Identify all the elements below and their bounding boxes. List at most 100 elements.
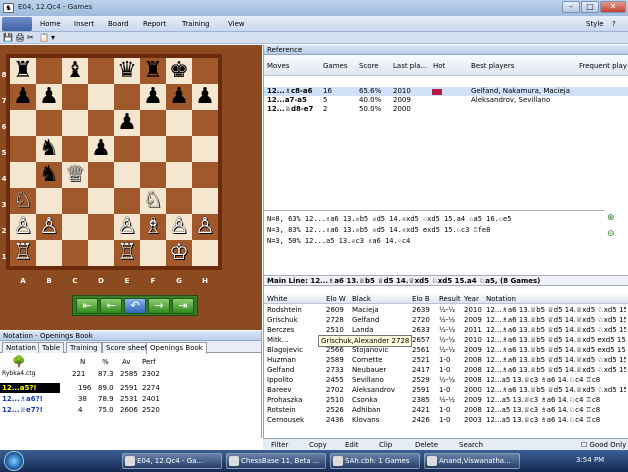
ref-col-1[interactable]: Games	[323, 62, 348, 70]
board-square[interactable]	[192, 110, 218, 136]
chess-piece[interactable]: ♗	[143, 214, 163, 239]
board-square[interactable]	[88, 188, 114, 214]
game-row[interactable]: Blagojevic 2566 Stojanovic 2561 ½-½ 2009 12...…	[264, 346, 628, 355]
games-col-5[interactable]: Year	[464, 295, 479, 303]
board-square[interactable]: ♞	[36, 136, 62, 162]
board-square[interactable]	[114, 188, 140, 214]
chess-piece[interactable]: ♘	[143, 188, 163, 213]
taskbar-item-games[interactable]: E04, 12.Qc4 - Ga...	[122, 453, 222, 469]
menu-insert[interactable]: Insert	[74, 20, 94, 28]
tab-table[interactable]: Table	[38, 342, 65, 353]
board-square[interactable]	[62, 84, 88, 110]
chess-piece[interactable]: ♞	[39, 136, 59, 161]
chess-piece[interactable]: ♟	[13, 84, 33, 109]
board-square[interactable]: ♟	[166, 84, 192, 110]
filter-button[interactable]: Filter	[271, 441, 288, 449]
menu-training[interactable]: Training	[182, 20, 210, 28]
last-move-button[interactable]: ⇥	[172, 298, 194, 314]
board-square[interactable]	[114, 136, 140, 162]
ref-col-4[interactable]: Hot	[433, 62, 445, 70]
board-square[interactable]: ♘	[140, 188, 166, 214]
zoom-in-icon[interactable]: ⊕	[607, 213, 615, 223]
board-square[interactable]	[192, 162, 218, 188]
engine-line[interactable]: N=3, 50% 12...a5 13.♕c3 ♗a6 14.♘c4	[267, 237, 410, 245]
file-menu-button[interactable]	[2, 17, 32, 31]
board-square[interactable]	[36, 240, 62, 266]
board-square[interactable]	[166, 136, 192, 162]
board-square[interactable]	[192, 136, 218, 162]
board-square[interactable]: ♕	[62, 162, 88, 188]
help-icon[interactable]: ?	[612, 20, 616, 28]
delete-button[interactable]: Delete	[415, 441, 438, 449]
game-row[interactable]: Gelfand 2733 Neubauer 2417 1-0 2008 12...♗a6 1…	[264, 366, 628, 375]
chess-piece[interactable]: ♚	[169, 58, 189, 83]
board-square[interactable]	[62, 136, 88, 162]
close-button[interactable]: ✕	[600, 1, 626, 13]
cut-icon[interactable]: ✂	[27, 33, 34, 42]
game-row[interactable]: Rotstein 2526 Adhiban 2421 1-0 2008 12...a5 13…	[264, 406, 628, 415]
board-square[interactable]	[10, 110, 36, 136]
chess-piece[interactable]: ♟	[143, 84, 163, 109]
chess-piece[interactable]: ♔	[169, 240, 189, 265]
board-square[interactable]: ♙	[36, 214, 62, 240]
games-col-1[interactable]: Elo W	[326, 295, 346, 303]
customize-icon[interactable]: ▾	[51, 33, 55, 42]
tab-score-sheet[interactable]: Score sheet	[102, 342, 152, 353]
zoom-out-icon[interactable]: ⊖	[607, 229, 615, 239]
board-square[interactable]: ♜	[10, 58, 36, 84]
chess-piece[interactable]: ♘	[13, 188, 33, 213]
ref-col-2[interactable]: Score	[359, 62, 379, 70]
board-square[interactable]	[140, 110, 166, 136]
board-square[interactable]	[88, 214, 114, 240]
board-square[interactable]: ♙	[10, 214, 36, 240]
board-square[interactable]	[88, 110, 114, 136]
board-square[interactable]: ♛	[114, 58, 140, 84]
chess-piece[interactable]: ♛	[117, 58, 137, 83]
first-move-button[interactable]: ⇤	[76, 298, 98, 314]
app-icon[interactable]: ♞	[3, 3, 14, 13]
copy-button[interactable]: Copy	[309, 441, 327, 449]
board-square[interactable]	[36, 188, 62, 214]
takeback-button[interactable]: ↶	[124, 298, 146, 314]
board-square[interactable]: ♟	[10, 84, 36, 110]
maximize-button[interactable]: □	[581, 1, 599, 13]
game-row[interactable]: Huzman 2589 Cornette 2521 1-0 2008 12...♗a6 13…	[264, 356, 628, 365]
board-square[interactable]	[62, 240, 88, 266]
ref-row[interactable]: 12...♕d8-e7 2 50.0% 2000	[264, 105, 628, 114]
good-only-checkbox[interactable]: ☐ Good Only	[581, 441, 626, 449]
chess-piece[interactable]: ♟	[117, 110, 137, 135]
chess-piece[interactable]: ♞	[39, 162, 59, 187]
next-move-button[interactable]: →	[148, 298, 170, 314]
book-move-row[interactable]: 12...♕e7?! 4 75.0 2606 2520	[0, 405, 262, 415]
chess-piece[interactable]: ♟	[195, 84, 215, 109]
engine-line[interactable]: N=8, 63% 12...♗a6 13.♕b5 ♕d5 14.♕xd5 ♘xd…	[267, 215, 511, 223]
board-square[interactable]: ♗	[140, 214, 166, 240]
board-square[interactable]	[166, 110, 192, 136]
game-row[interactable]: Berczes 2510 Landa 2633 ½-½ 2011 12...♗a6 13.♕…	[264, 326, 628, 335]
taskbar-item-sah[interactable]: SAh.cbh: 1 Games	[330, 453, 420, 469]
chess-piece[interactable]: ♜	[143, 58, 163, 83]
previous-move-button[interactable]: ←	[100, 298, 122, 314]
tab-openings-book[interactable]: Openings Book	[146, 342, 207, 354]
ref-col-0[interactable]: Moves	[267, 62, 289, 70]
game-row[interactable]: Cernousek 2436 Klovans 2426 1-0 2003 12...a5 1…	[264, 416, 628, 425]
clip-button[interactable]: Clip	[379, 441, 392, 449]
ref-row[interactable]: 12...♗c8-a6 16 65.6% 2010 Gelfand, Nakamura,…	[264, 87, 628, 96]
chess-piece[interactable]: ♟	[169, 84, 189, 109]
chess-piece[interactable]: ♕	[65, 162, 85, 187]
chess-piece[interactable]: ♖	[117, 240, 137, 265]
board-square[interactable]: ♚	[166, 58, 192, 84]
taskbar-item-chessbase[interactable]: ChessBase 11, Beta ...	[226, 453, 326, 469]
board-square[interactable]	[192, 188, 218, 214]
ref-col-5[interactable]: Best players	[471, 62, 514, 70]
games-col-6[interactable]: Notation	[486, 295, 516, 303]
games-col-2[interactable]: Black	[352, 295, 371, 303]
chess-piece[interactable]: ♖	[13, 240, 33, 265]
board-square[interactable]	[62, 214, 88, 240]
game-row[interactable]: Rodshtein 2609 Macieja 2639 ½-½ 2010 12...♗a6 …	[264, 306, 628, 315]
tab-training[interactable]: Training	[66, 342, 102, 353]
book-move-row[interactable]: 12...a5?! 196 89.0 2591 2274	[0, 383, 160, 393]
game-row[interactable]: Grischuk 2728 Gelfand 2720 ½-½ 2009 12...♗a6 1…	[264, 316, 628, 325]
board-square[interactable]	[114, 162, 140, 188]
style-menu[interactable]: Style	[586, 20, 604, 28]
